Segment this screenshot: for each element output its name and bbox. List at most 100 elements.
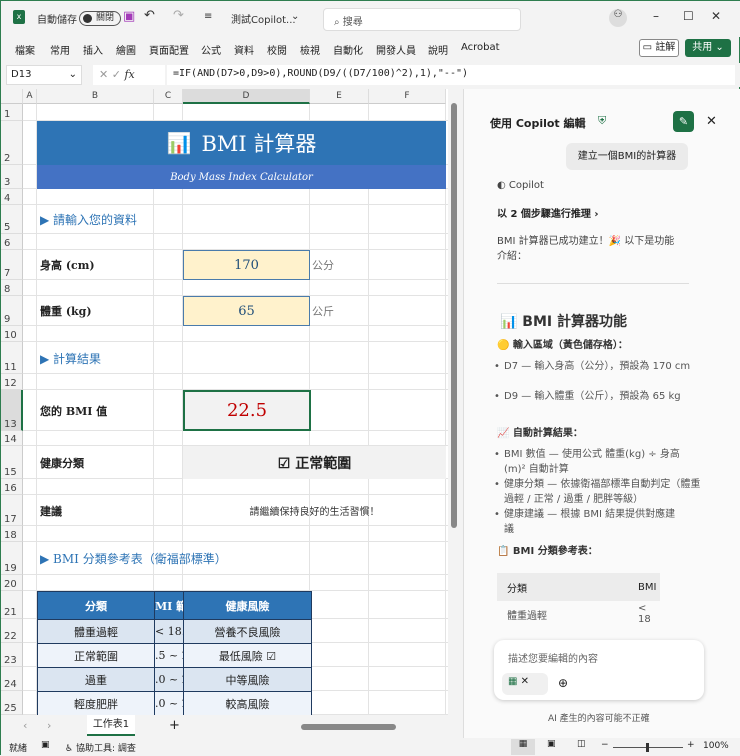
tab-acrobat[interactable]: Acrobat — [461, 42, 500, 53]
cell[interactable]: .5 ~ 2: — [154, 643, 184, 668]
scrollbar-thumb[interactable] — [451, 103, 457, 528]
save-icon[interactable]: ▣ — [123, 9, 135, 24]
autosave-toggle[interactable]: 關閉 — [79, 11, 122, 26]
close-icon[interactable]: ✕ — [711, 9, 721, 23]
tab-developer[interactable]: 開發人員 — [376, 42, 416, 57]
next-sheet-icon[interactable]: › — [47, 719, 51, 732]
select-all-corner[interactable] — [1, 89, 23, 104]
row-header-20[interactable]: 20 — [1, 575, 23, 591]
category-value[interactable]: ☑ 正常範圍 — [183, 446, 446, 479]
add-sheet-icon[interactable]: + — [169, 718, 180, 733]
column-header-D[interactable]: D — [183, 89, 310, 104]
comments-button[interactable]: ▭ 註解 — [639, 39, 679, 57]
weight-input[interactable]: 65 — [183, 296, 310, 326]
cell[interactable]: < 18.5 — [154, 619, 184, 644]
cell[interactable]: 營養不良風險 — [183, 619, 312, 644]
row-header-8[interactable]: 8 — [1, 280, 23, 296]
height-input[interactable]: 170 — [183, 250, 310, 280]
row-header-17[interactable]: 17 — [1, 495, 23, 526]
minimize-icon[interactable]: – — [653, 9, 659, 23]
column-header-F[interactable]: F — [369, 89, 446, 104]
spreadsheet-grid[interactable]: A B C D E F 1 2 3 4 5 6 7 8 9 10 11 12 13 14 15 16 17 18 19 20 21 2… — [1, 89, 461, 715]
tab-draw[interactable]: 繪圖 — [116, 42, 136, 57]
document-title[interactable]: 測試Copilot... — [231, 11, 296, 26]
cell[interactable]: 輕度肥胖 — [37, 691, 155, 715]
zoom-slider[interactable] — [613, 743, 683, 752]
account-avatar-icon[interactable]: ⚇ — [609, 9, 627, 27]
maximize-icon[interactable]: ☐ — [683, 9, 694, 23]
zoom-in-icon[interactable]: + — [687, 740, 695, 750]
row-header-11[interactable]: 11 — [1, 342, 23, 374]
cell[interactable]: 過重 — [37, 667, 155, 692]
row-header-15[interactable]: 15 — [1, 446, 23, 479]
row-header-12[interactable]: 12 — [1, 374, 23, 390]
row-header-3[interactable]: 3 — [1, 165, 23, 189]
row-header-7[interactable]: 7 — [1, 250, 23, 280]
tab-formulas[interactable]: 公式 — [201, 42, 221, 57]
row-header-4[interactable]: 4 — [1, 189, 23, 205]
globe-icon[interactable]: ⊕ — [558, 676, 568, 690]
tab-file[interactable]: 檔案 — [15, 42, 35, 57]
advice-value[interactable]: 請繼續保持良好的生活習慣！ — [183, 495, 446, 526]
share-button[interactable]: 共用 ⌄ — [685, 39, 731, 57]
zoom-slider-thumb[interactable] — [646, 743, 649, 752]
customize-toolbar-icon[interactable]: ≡ — [204, 11, 212, 22]
tab-automate[interactable]: 自動化 — [333, 42, 363, 57]
row-header-18[interactable]: 18 — [1, 526, 23, 542]
tab-data[interactable]: 資料 — [234, 42, 254, 57]
close-panel-icon[interactable]: ✕ — [706, 114, 717, 129]
row-header-16[interactable]: 16 — [1, 479, 23, 495]
column-header-A[interactable]: A — [23, 89, 37, 104]
tab-home[interactable]: 常用 — [50, 42, 70, 57]
column-header-E[interactable]: E — [310, 89, 369, 104]
context-chip[interactable]: ▦ ✕ — [502, 673, 548, 695]
function-icon[interactable]: fx — [124, 68, 134, 81]
cell[interactable]: 中等風險 — [183, 667, 312, 692]
normal-view-icon[interactable]: ▦ — [511, 739, 535, 755]
chevron-down-icon[interactable]: ⌄ — [291, 11, 299, 22]
vertical-scrollbar[interactable] — [448, 89, 461, 715]
row-header-2[interactable]: 2 — [1, 121, 23, 165]
cell[interactable]: .0 ~ 2( — [154, 691, 184, 715]
enter-icon[interactable]: ✓ — [112, 68, 121, 81]
cell[interactable]: 較高風險 — [183, 691, 312, 715]
search-box[interactable]: ⌕ 搜尋 — [323, 8, 521, 31]
cell[interactable]: 正常範圍 — [37, 643, 155, 668]
tab-insert[interactable]: 插入 — [83, 42, 103, 57]
row-header-5[interactable]: 5 — [1, 205, 23, 234]
cell[interactable]: 體重過輕 — [37, 619, 155, 644]
bmi-value-cell[interactable]: 22.5 — [183, 390, 311, 431]
new-chat-button[interactable]: ✎ — [673, 111, 694, 132]
row-header-19[interactable]: 19 — [1, 542, 23, 575]
row-header-25[interactable]: 25 — [1, 691, 23, 715]
zoom-out-icon[interactable]: − — [601, 740, 609, 750]
zoom-level[interactable]: 100% — [703, 741, 729, 751]
row-header-6[interactable]: 6 — [1, 234, 23, 250]
column-header-B[interactable]: B — [37, 89, 154, 104]
row-header-23[interactable]: 23 — [1, 643, 23, 667]
row-header-24[interactable]: 24 — [1, 667, 23, 691]
cell[interactable]: 最低風險 ☑ — [183, 643, 312, 668]
page-break-view-icon[interactable]: ◫ — [577, 739, 586, 749]
tab-review[interactable]: 校閱 — [267, 42, 287, 57]
page-layout-view-icon[interactable]: ▣ — [547, 739, 556, 749]
row-header-14[interactable]: 14 — [1, 431, 23, 446]
reasoning-toggle[interactable]: 以 2 個步驟進行推理 › — [497, 205, 599, 220]
prompt-input[interactable]: 描述您要編輯的內容 ▦ ✕ ⊕ — [494, 640, 704, 700]
prev-sheet-icon[interactable]: ‹ — [23, 719, 27, 732]
undo-icon[interactable]: ↶ — [144, 8, 155, 23]
name-box[interactable]: D13 ⌄ — [6, 65, 82, 85]
row-header-9[interactable]: 9 — [1, 296, 23, 326]
remove-context-icon[interactable]: ✕ — [521, 676, 529, 687]
row-header-22[interactable]: 22 — [1, 619, 23, 643]
horizontal-scrollbar[interactable] — [301, 724, 396, 730]
row-header-1[interactable]: 1 — [1, 104, 23, 121]
accessibility-status[interactable]: ♿ 協助工具: 調查 — [65, 741, 136, 754]
tab-help[interactable]: 說明 — [428, 42, 448, 57]
cancel-icon[interactable]: ✕ — [99, 68, 108, 81]
sheet-tab-active[interactable]: 工作表1 — [87, 715, 135, 736]
tab-page-layout[interactable]: 頁面配置 — [149, 42, 189, 57]
redo-icon[interactable]: ↷ — [173, 8, 184, 23]
cell[interactable]: .0 ~ 2( — [154, 667, 184, 692]
row-header-13[interactable]: 13 — [1, 390, 23, 431]
